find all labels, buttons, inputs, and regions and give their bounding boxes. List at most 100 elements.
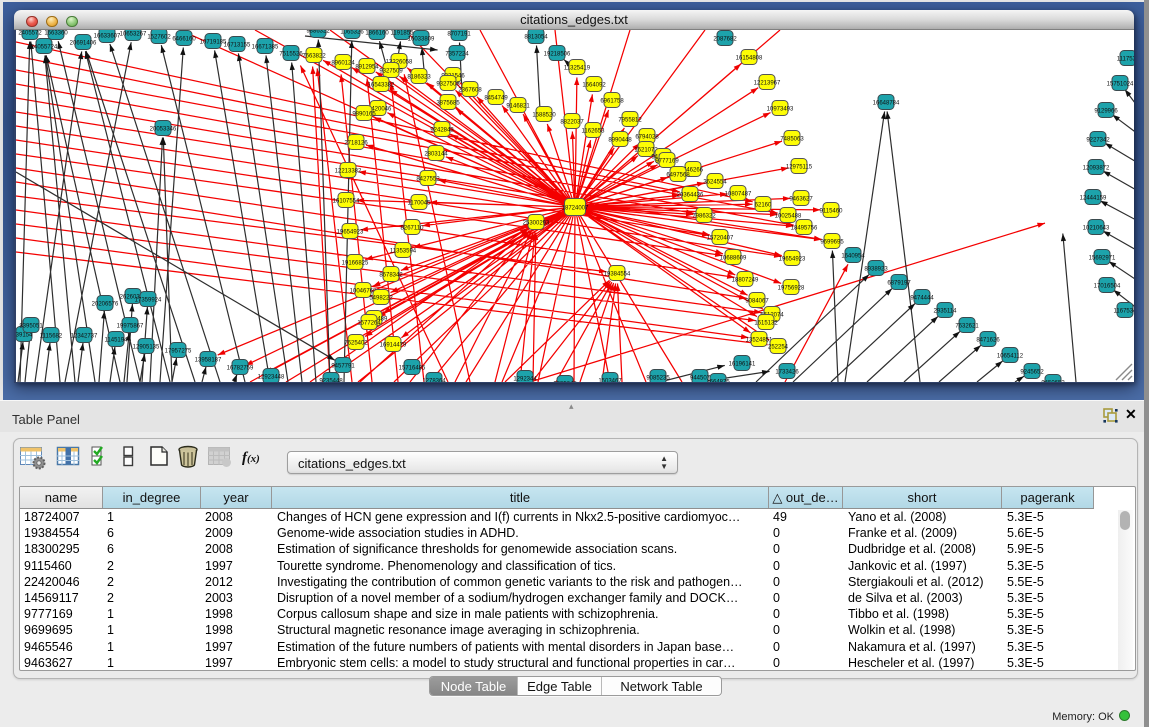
svg-text:10807487: 10807487 [725, 192, 752, 198]
svg-text:8960124: 8960124 [331, 61, 355, 67]
svg-text:9242843: 9242843 [430, 128, 454, 134]
svg-text:9129966: 9129966 [1094, 109, 1118, 115]
svg-text:2087682: 2087682 [713, 37, 737, 43]
svg-text:1170045: 1170045 [408, 201, 432, 207]
svg-text:5498222: 5498222 [369, 296, 393, 302]
svg-text:8678342: 8678342 [379, 273, 403, 279]
svg-text:19166825: 19166825 [342, 261, 369, 267]
svg-text:62160: 62160 [755, 203, 772, 209]
svg-text:12093872: 12093872 [1083, 166, 1110, 172]
svg-text:6794028: 6794028 [635, 135, 659, 141]
svg-text:9227342: 9227342 [1086, 138, 1110, 144]
svg-text:8427552: 8427552 [416, 177, 440, 183]
svg-text:9245652: 9245652 [1020, 370, 1044, 376]
svg-text:16154808: 16154808 [736, 56, 763, 62]
svg-text:16671385: 16671385 [252, 45, 279, 51]
svg-text:1577264: 1577264 [357, 321, 381, 327]
svg-text:252254: 252254 [768, 345, 789, 351]
svg-text:19654923: 19654923 [779, 257, 806, 263]
svg-text:12923448: 12923448 [258, 375, 285, 381]
svg-text:7625402: 7625402 [344, 341, 368, 347]
svg-text:1664875: 1664875 [706, 380, 730, 383]
svg-text:8707191: 8707191 [447, 32, 471, 38]
svg-text:15720407: 15720407 [707, 236, 734, 242]
svg-text:10653267: 10653267 [120, 32, 147, 38]
svg-text:19218506: 19218506 [544, 52, 571, 58]
svg-text:2718126: 2718126 [344, 141, 368, 147]
svg-text:16648784: 16648784 [873, 101, 900, 107]
svg-text:9474444: 9474444 [910, 296, 934, 302]
svg-text:1663360: 1663360 [44, 31, 68, 37]
svg-text:8912954: 8912954 [355, 65, 379, 71]
svg-text:7986322: 7986322 [692, 214, 716, 220]
svg-text:7515526: 7515526 [279, 52, 303, 58]
svg-text:1527602: 1527602 [147, 35, 171, 41]
svg-text:20364436: 20364436 [677, 193, 704, 199]
svg-text:(x): (x) [247, 453, 260, 465]
svg-text:9115460: 9115460 [820, 209, 844, 215]
svg-text:8938923: 8938923 [864, 267, 888, 273]
svg-text:2405572: 2405572 [18, 31, 42, 37]
svg-text:8454749: 8454749 [484, 96, 508, 102]
svg-text:20691406: 20691406 [70, 41, 97, 47]
svg-text:1866160: 1866160 [365, 31, 389, 37]
svg-text:16033809: 16033809 [408, 37, 435, 43]
svg-text:8267110: 8267110 [401, 226, 425, 232]
svg-text:9327509: 9327509 [379, 69, 403, 75]
svg-text:16107554: 16107554 [333, 199, 360, 205]
svg-text:16914479: 16914479 [380, 343, 407, 349]
svg-text:3624554: 3624554 [703, 180, 727, 186]
svg-text:2367608: 2367608 [458, 88, 482, 94]
svg-text:9146821: 9146821 [506, 104, 530, 110]
svg-text:39154: 39154 [16, 333, 33, 339]
svg-text:1615132: 1615132 [754, 321, 778, 327]
svg-text:10688609: 10688609 [720, 256, 747, 262]
svg-text:1292344: 1292344 [513, 377, 537, 383]
svg-text:12213967: 12213967 [754, 81, 781, 87]
svg-text:17016504: 17016504 [1094, 284, 1121, 290]
svg-text:15751024: 15751024 [1107, 82, 1134, 88]
svg-text:20206576: 20206576 [92, 302, 119, 308]
svg-text:9699695: 9699695 [820, 240, 844, 246]
svg-text:17359924: 17359924 [135, 298, 162, 304]
svg-text:19654923: 19654923 [337, 230, 364, 236]
svg-text:1117536: 1117536 [1117, 57, 1134, 63]
svg-text:9084067: 9084067 [745, 299, 769, 305]
svg-text:12905135: 12905135 [133, 345, 160, 351]
svg-text:25300293: 25300293 [523, 221, 550, 227]
svg-text:17957275: 17957275 [165, 349, 192, 355]
svg-text:8471626: 8471626 [976, 338, 1000, 344]
svg-text:10025488: 10025488 [775, 214, 802, 220]
svg-text:18724007: 18724007 [562, 206, 589, 212]
svg-text:12213382: 12213382 [335, 169, 362, 175]
svg-text:19384554: 19384554 [604, 272, 631, 278]
svg-text:7357224: 7357224 [445, 52, 469, 58]
svg-text:9235448: 9235448 [319, 379, 343, 383]
svg-text:1162653: 1162653 [582, 129, 606, 135]
svg-text:12444159: 12444159 [1080, 196, 1107, 202]
svg-text:16543382: 16543382 [368, 83, 395, 89]
svg-text:16196141: 16196141 [729, 362, 756, 368]
svg-text:8813054: 8813054 [524, 35, 548, 41]
svg-text:10973493: 10973493 [767, 107, 794, 113]
svg-text:1588520: 1588520 [532, 113, 556, 119]
svg-text:10210643: 10210643 [1083, 226, 1110, 232]
svg-text:16713155: 16713155 [224, 43, 251, 49]
svg-text:9463627: 9463627 [789, 197, 813, 203]
svg-text:20053346: 20053346 [150, 127, 177, 133]
svg-text:8186323: 8186323 [407, 75, 431, 81]
svg-text:19756928: 19756928 [778, 286, 805, 292]
svg-text:1733426: 1733426 [775, 370, 799, 376]
svg-text:6879197: 6879197 [887, 281, 911, 287]
svg-text:24055724: 24055724 [31, 45, 58, 51]
svg-text:7632621: 7632621 [955, 324, 979, 330]
svg-text:8990448: 8990448 [608, 138, 632, 144]
svg-text:12342737: 12342737 [71, 334, 98, 340]
svg-text:1664092: 1664092 [582, 83, 606, 89]
svg-text:1115682: 1115682 [40, 334, 63, 340]
svg-text:6961758: 6961758 [600, 99, 624, 105]
svg-text:1145194: 1145194 [105, 338, 129, 344]
svg-text:9890165: 9890165 [352, 112, 376, 118]
svg-text:11353594: 11353594 [390, 249, 417, 255]
svg-text:18807249: 18807249 [732, 278, 759, 284]
